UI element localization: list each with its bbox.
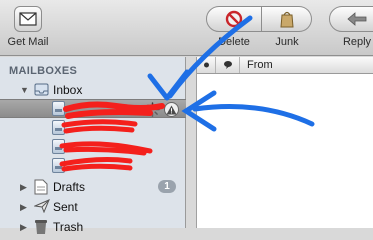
sidebar-item-trash[interactable]: ▶ Trash bbox=[0, 218, 186, 236]
drafts-count-badge: 1 bbox=[158, 180, 176, 193]
get-mail-label: Get Mail bbox=[7, 36, 49, 48]
trash-label: Trash bbox=[53, 220, 84, 234]
junk-label: Junk bbox=[275, 36, 299, 48]
disclosure-closed-icon[interactable]: ▶ bbox=[20, 222, 27, 233]
mailbox-sidebar: MAILBOXES ▼ Inbox ▶ Drafts 1 ▶ Sent ▶ Tr… bbox=[0, 57, 186, 234]
trash-can-icon bbox=[34, 219, 47, 234]
mailbox-icon bbox=[52, 158, 65, 173]
get-mail-btn-face[interactable] bbox=[14, 6, 42, 32]
reply-button[interactable]: Reply bbox=[329, 6, 373, 48]
disclosure-open-icon[interactable]: ▼ bbox=[20, 85, 29, 95]
reply-btn-face[interactable] bbox=[329, 6, 373, 32]
toolbar: Get Mail Delete Junk Reply bbox=[0, 0, 373, 56]
mailbox-icon bbox=[52, 101, 65, 116]
sidebar-item-account-2[interactable] bbox=[0, 119, 186, 137]
inbox-tray-icon bbox=[34, 82, 49, 97]
junk-bag-icon bbox=[279, 11, 294, 28]
envelope-icon bbox=[19, 12, 37, 26]
unread-dot-icon bbox=[204, 62, 209, 68]
from-column-label: From bbox=[247, 59, 273, 71]
delete-btn-face[interactable] bbox=[206, 6, 262, 32]
sidebar-item-drafts[interactable]: ▶ Drafts 1 bbox=[0, 178, 186, 196]
drafts-label: Drafts bbox=[53, 180, 86, 194]
mailbox-icon bbox=[52, 139, 65, 154]
disclosure-closed-icon[interactable]: ▶ bbox=[20, 202, 27, 213]
disclosure-closed-icon[interactable]: ▶ bbox=[20, 182, 27, 193]
speech-bubble-icon bbox=[224, 61, 232, 69]
message-list[interactable]: From bbox=[196, 57, 373, 228]
column-flag[interactable] bbox=[216, 57, 240, 73]
message-list-header: From bbox=[197, 57, 373, 74]
mailbox-icon bbox=[52, 120, 65, 135]
reply-arrow-icon bbox=[347, 12, 367, 26]
inbox-label: Inbox bbox=[53, 83, 83, 97]
sidebar-item-inbox[interactable]: ▼ Inbox bbox=[0, 81, 186, 99]
activity-spinner-icon bbox=[145, 102, 160, 117]
delete-label: Delete bbox=[218, 36, 250, 48]
drafts-document-icon bbox=[34, 179, 48, 195]
delete-button[interactable]: Delete bbox=[206, 6, 262, 48]
sent-label: Sent bbox=[53, 200, 78, 214]
sidebar-item-sent[interactable]: ▶ Sent bbox=[0, 198, 186, 216]
sent-plane-icon bbox=[33, 199, 50, 214]
reply-label: Reply bbox=[342, 36, 372, 48]
get-mail-button[interactable]: Get Mail bbox=[0, 6, 56, 48]
sidebar-item-account-3[interactable] bbox=[0, 138, 186, 156]
junk-btn-face[interactable] bbox=[262, 6, 312, 32]
junk-button[interactable]: Junk bbox=[262, 6, 312, 48]
no-entry-icon bbox=[225, 10, 243, 28]
warning-icon[interactable] bbox=[164, 102, 179, 117]
mailboxes-header: MAILBOXES bbox=[9, 65, 78, 77]
sidebar-item-account-1[interactable] bbox=[0, 99, 186, 118]
sidebar-item-account-4[interactable] bbox=[0, 157, 186, 175]
column-from[interactable]: From bbox=[240, 57, 373, 73]
column-unread[interactable] bbox=[197, 57, 216, 73]
